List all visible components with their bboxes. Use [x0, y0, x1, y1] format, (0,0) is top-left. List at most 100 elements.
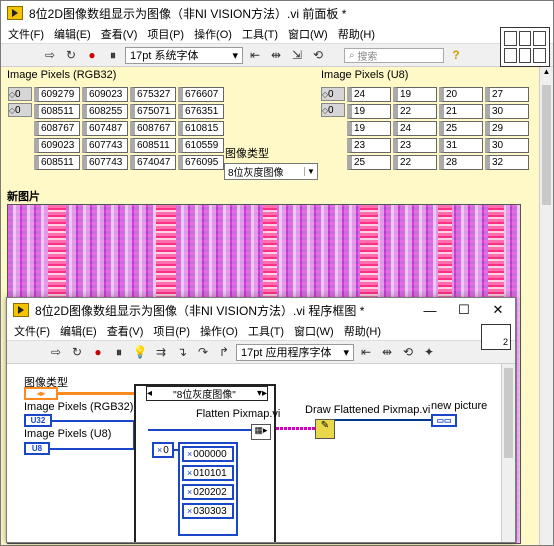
rgb-cell[interactable]: 676095: [178, 155, 224, 170]
clean-up-diagram-icon[interactable]: ✦: [420, 343, 438, 361]
u8-cell[interactable]: 24: [393, 121, 437, 136]
rgb-cell[interactable]: 607743: [82, 155, 128, 170]
rgb-row-index[interactable]: 0: [8, 87, 32, 101]
retain-wire-values-icon[interactable]: ⇉: [152, 343, 170, 361]
u8-cell[interactable]: 28: [439, 155, 483, 170]
image-type-ring[interactable]: 8位灰度图像 ▼: [224, 163, 318, 180]
menu-operate[interactable]: 操作(O): [197, 323, 245, 339]
new-picture-terminal[interactable]: ▭▭: [431, 414, 457, 427]
rgb-cell[interactable]: 674047: [130, 155, 176, 170]
u8-cell[interactable]: 23: [393, 138, 437, 153]
colors-array-constant[interactable]: 000000 010101 020202 030303: [178, 442, 238, 536]
align-objects-icon[interactable]: ⇤: [357, 343, 375, 361]
rgb-cell[interactable]: 676607: [178, 87, 224, 102]
u8-cell[interactable]: 27: [485, 87, 529, 102]
run-continuously-icon[interactable]: ↻: [68, 343, 86, 361]
flatten-pixmap-node[interactable]: ▦▸: [251, 424, 271, 440]
rgb-cell[interactable]: 607487: [82, 121, 128, 136]
step-into-icon[interactable]: ↴: [173, 343, 191, 361]
image-type-terminal[interactable]: ◂▸: [24, 387, 58, 400]
rgb-cell[interactable]: 607743: [82, 138, 128, 153]
u8-cell[interactable]: 25: [439, 121, 483, 136]
rgb-cell[interactable]: 609279: [34, 87, 80, 102]
u8-cell[interactable]: 19: [393, 87, 437, 102]
u8-cell[interactable]: 24: [347, 87, 391, 102]
font-selector[interactable]: 17pt 应用程序字体 ▾: [236, 343, 354, 361]
rgb-cell[interactable]: 608511: [130, 138, 176, 153]
u8-col-index[interactable]: 0: [321, 103, 345, 117]
run-continuously-icon[interactable]: ↻: [62, 46, 80, 64]
menu-view[interactable]: 查看(V): [98, 26, 145, 42]
search-input[interactable]: ⌕ 搜索: [344, 47, 444, 63]
u8-cell[interactable]: 23: [347, 138, 391, 153]
u8-row-index[interactable]: 0: [321, 87, 345, 101]
scroll-thumb[interactable]: [542, 85, 551, 205]
rgb-col-index[interactable]: 0: [8, 103, 32, 117]
u8-cell[interactable]: 29: [485, 121, 529, 136]
menu-tools[interactable]: 工具(T): [245, 323, 291, 339]
step-out-icon[interactable]: ↱: [215, 343, 233, 361]
rgb-cell[interactable]: 675327: [130, 87, 176, 102]
menu-help[interactable]: 帮助(H): [341, 323, 388, 339]
menu-project[interactable]: 项目(P): [144, 26, 191, 42]
draw-flattened-pixmap-node[interactable]: ✎: [315, 419, 335, 439]
menu-edit[interactable]: 编辑(E): [57, 323, 104, 339]
menu-window[interactable]: 窗口(W): [285, 26, 335, 42]
menu-file[interactable]: 文件(F): [11, 323, 57, 339]
case-prev-icon[interactable]: ◂: [147, 388, 152, 399]
rgb-cell[interactable]: 675071: [130, 104, 176, 119]
step-over-icon[interactable]: ↷: [194, 343, 212, 361]
rgb-cell[interactable]: 676351: [178, 104, 224, 119]
menu-help[interactable]: 帮助(H): [335, 26, 382, 42]
rgb-cell[interactable]: 608511: [34, 155, 80, 170]
abort-icon[interactable]: ●: [89, 343, 107, 361]
scroll-up-icon[interactable]: ▲: [540, 67, 553, 81]
reorder-icon[interactable]: ⟲: [309, 46, 327, 64]
index-constant[interactable]: 0: [152, 442, 174, 458]
menu-edit[interactable]: 编辑(E): [51, 26, 98, 42]
color-constant[interactable]: 010101: [182, 465, 234, 481]
maximize-button[interactable]: ☐: [447, 298, 481, 322]
rgb-cell[interactable]: 608767: [130, 121, 176, 136]
align-objects-icon[interactable]: ⇤: [246, 46, 264, 64]
u8-cell[interactable]: 25: [347, 155, 391, 170]
resize-objects-icon[interactable]: ⇲: [288, 46, 306, 64]
menu-tools[interactable]: 工具(T): [239, 26, 285, 42]
front-panel-scrollbar[interactable]: ▲: [539, 67, 553, 545]
run-arrow-icon[interactable]: ⇨: [47, 343, 65, 361]
menu-project[interactable]: 项目(P): [150, 323, 197, 339]
color-constant[interactable]: 030303: [182, 503, 234, 519]
menu-view[interactable]: 查看(V): [104, 323, 151, 339]
help-icon[interactable]: ?: [447, 46, 465, 64]
reorder-icon[interactable]: ⟲: [399, 343, 417, 361]
distribute-objects-icon[interactable]: ⇹: [378, 343, 396, 361]
highlight-execution-icon[interactable]: 💡: [131, 343, 149, 361]
color-constant[interactable]: 000000: [182, 446, 234, 462]
scroll-thumb[interactable]: [504, 368, 513, 458]
u8-cell[interactable]: 22: [393, 155, 437, 170]
u8-cell[interactable]: 19: [347, 104, 391, 119]
rgb-cell[interactable]: 610815: [178, 121, 224, 136]
u8-cell[interactable]: 21: [439, 104, 483, 119]
rgb-cell[interactable]: 610559: [178, 138, 224, 153]
u8-cell[interactable]: 19: [347, 121, 391, 136]
case-selector[interactable]: ◂ "8位灰度图像" ▾▸: [146, 386, 268, 401]
u8-terminal[interactable]: U8: [24, 442, 50, 455]
u8-cell[interactable]: 22: [393, 104, 437, 119]
u8-cell[interactable]: 30: [485, 104, 529, 119]
case-next-icon[interactable]: ▾▸: [257, 388, 267, 399]
rgb-cell[interactable]: 608767: [34, 121, 80, 136]
case-structure[interactable]: ◂ "8位灰度图像" ▾▸ Flatten Pixmap.vi ▦▸ 0 000…: [134, 384, 280, 542]
minimize-button[interactable]: —: [413, 298, 447, 322]
menu-operate[interactable]: 操作(O): [191, 26, 239, 42]
abort-icon[interactable]: ●: [83, 46, 101, 64]
u8-cell[interactable]: 31: [439, 138, 483, 153]
rgb-cell[interactable]: 608255: [82, 104, 128, 119]
u8-cell[interactable]: 30: [485, 138, 529, 153]
u8-cell[interactable]: 20: [439, 87, 483, 102]
color-constant[interactable]: 020202: [182, 484, 234, 500]
rgb-cell[interactable]: 609023: [82, 87, 128, 102]
u8-cell[interactable]: 32: [485, 155, 529, 170]
close-button[interactable]: ✕: [481, 298, 515, 322]
font-selector[interactable]: 17pt 系统字体 ▾: [125, 46, 243, 64]
